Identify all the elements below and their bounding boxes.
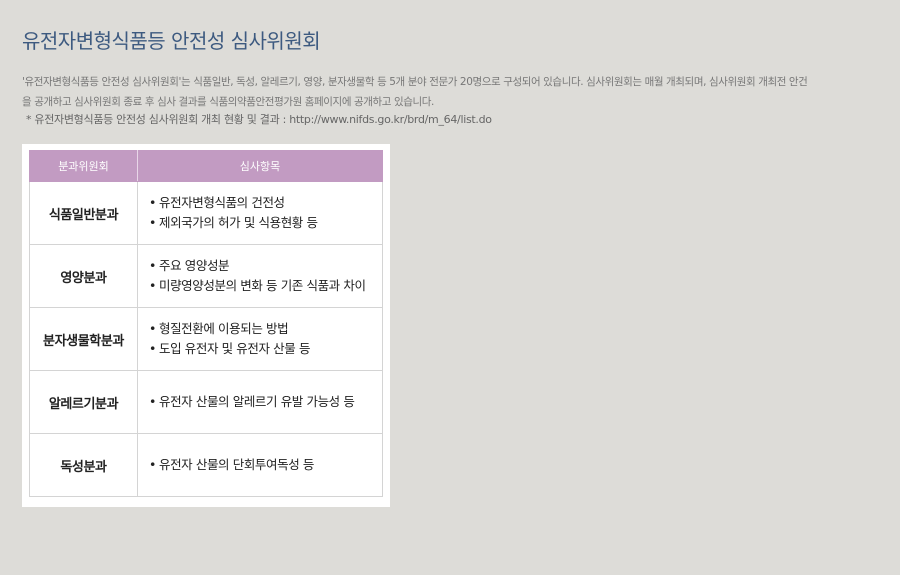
committee-name: 영양분과	[29, 244, 138, 308]
review-item: 주요 영양성분	[149, 256, 382, 276]
committee-table: 분과위원회 심사항목 식품일반분과 유전자변형식품의 건전성 제외국가의 허가 …	[29, 150, 383, 497]
review-item: 미량영양성분의 변화 등 기존 식품과 차이	[149, 276, 382, 296]
table-header-row: 분과위원회 심사항목	[29, 150, 383, 182]
review-items: 유전자변형식품의 건전성 제외국가의 허가 및 식용현황 등	[137, 181, 383, 245]
review-item: 유전자 산물의 알레르기 유발 가능성 등	[149, 392, 382, 412]
committee-table-panel: 분과위원회 심사항목 식품일반분과 유전자변형식품의 건전성 제외국가의 허가 …	[22, 144, 390, 507]
review-items: 유전자 산물의 단회투여독성 등	[137, 433, 383, 497]
table-row: 알레르기분과 유전자 산물의 알레르기 유발 가능성 등	[29, 370, 383, 434]
committee-name: 분자생물학분과	[29, 307, 138, 371]
table-row: 영양분과 주요 영양성분 미량영양성분의 변화 등 기존 식품과 차이	[29, 244, 383, 308]
committee-name: 독성분과	[29, 433, 138, 497]
intro-line-2: 을 공개하고 심사위원회 종료 후 심사 결과를 식품의약품안전평가원 홈페이지…	[22, 96, 434, 108]
page-title: 유전자변형식품등 안전성 심사위원회	[22, 29, 321, 53]
header-review-items: 심사항목	[137, 150, 383, 182]
review-item: 도입 유전자 및 유전자 산물 등	[149, 339, 382, 359]
review-item: 제외국가의 허가 및 식용현황 등	[149, 213, 382, 233]
review-items: 유전자 산물의 알레르기 유발 가능성 등	[137, 370, 383, 434]
result-link-note: * 유전자변형식품등 안전성 심사위원회 개최 현황 및 결과 : http:/…	[26, 113, 492, 126]
intro-line-1: '유전자변형식품등 안전성 심사위원회'는 식품일반, 독성, 알레르기, 영양…	[22, 76, 808, 88]
table-row: 식품일반분과 유전자변형식품의 건전성 제외국가의 허가 및 식용현황 등	[29, 181, 383, 245]
review-item: 형질전환에 이용되는 방법	[149, 319, 382, 339]
review-items: 주요 영양성분 미량영양성분의 변화 등 기존 식품과 차이	[137, 244, 383, 308]
review-items: 형질전환에 이용되는 방법 도입 유전자 및 유전자 산물 등	[137, 307, 383, 371]
header-committee: 분과위원회	[29, 150, 138, 182]
table-row: 독성분과 유전자 산물의 단회투여독성 등	[29, 433, 383, 497]
review-item: 유전자변형식품의 건전성	[149, 193, 382, 213]
review-item: 유전자 산물의 단회투여독성 등	[149, 455, 382, 475]
intro-text: '유전자변형식품등 안전성 심사위원회'는 식품일반, 독성, 알레르기, 영양…	[22, 72, 852, 112]
committee-name: 알레르기분과	[29, 370, 138, 434]
table-row: 분자생물학분과 형질전환에 이용되는 방법 도입 유전자 및 유전자 산물 등	[29, 307, 383, 371]
committee-name: 식품일반분과	[29, 181, 138, 245]
